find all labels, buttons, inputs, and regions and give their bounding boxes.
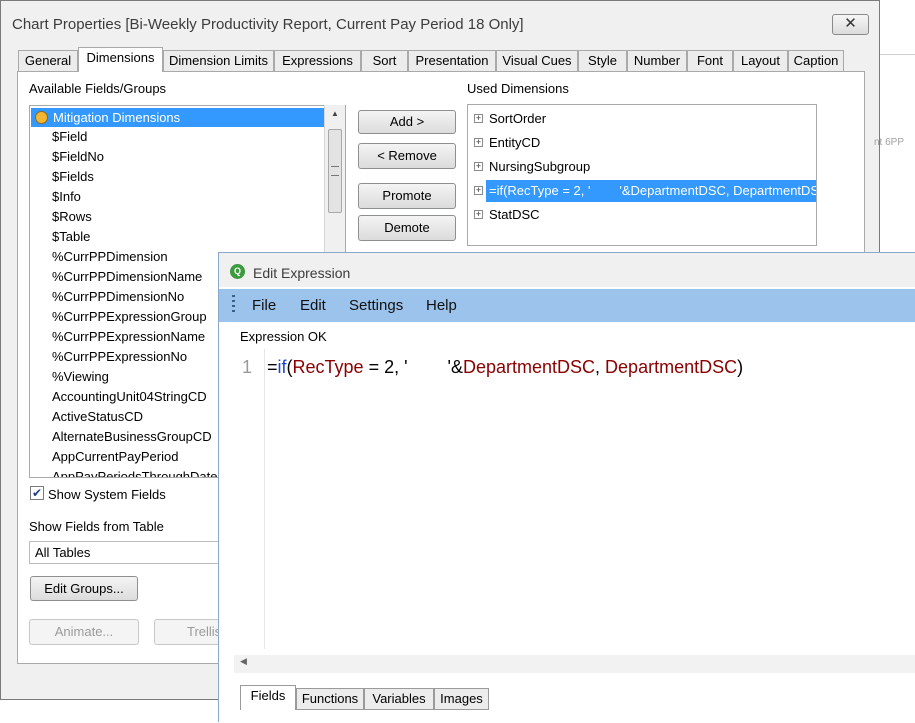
used-dimension-label: SortOrder [489,111,547,126]
menu-edit[interactable]: Edit [300,297,326,314]
used-dimension-item[interactable]: + StatDSC [468,204,816,226]
animate-button[interactable]: Animate... [29,619,139,645]
show-system-fields-checkbox[interactable]: ✔ [30,486,44,500]
expand-icon[interactable]: + [474,114,483,123]
scroll-left-icon[interactable]: ◀ [240,656,247,667]
list-item[interactable]: $Fields [52,167,94,187]
list-item[interactable]: %CurrPPDimensionName [52,267,202,287]
menu-bar: File Edit Settings Help [219,289,915,322]
expand-icon[interactable]: + [474,210,483,219]
used-dimension-label: NursingSubgroup [489,159,591,174]
list-item[interactable]: %CurrPPExpressionGroup [52,307,207,327]
list-item[interactable]: $FieldNo [52,147,104,167]
tab-functions[interactable]: Functions [296,688,364,710]
list-item[interactable]: AlternateBusinessGroupCD [52,427,212,447]
used-dimensions-list[interactable]: + SortOrder + EntityCD + NursingSubgroup… [467,104,817,246]
tab-dimensions[interactable]: Dimensions [78,47,163,72]
show-system-fields-label: Show System Fields [48,487,166,502]
close-icon[interactable]: ✕ [832,14,869,35]
used-dimension-label: =if(RecType = 2, ' '&DepartmentDSC, Depa… [489,183,817,198]
menu-grip-icon [232,295,235,315]
field-group-label: Mitigation Dimensions [53,110,181,125]
tab-images[interactable]: Images [434,688,489,710]
scrollbar-thumb[interactable] [328,129,342,213]
list-item[interactable]: $Info [52,187,81,207]
demote-button[interactable]: Demote [358,215,456,241]
tab-caption[interactable]: Caption [788,50,844,71]
expression-status: Expression OK [240,329,327,344]
remove-button[interactable]: < Remove [358,143,456,169]
edit-expression-window: Q Edit Expression File Edit Settings Hel… [218,252,915,723]
tab-number[interactable]: Number [627,50,687,71]
promote-button[interactable]: Promote [358,183,456,209]
show-fields-from-table-label: Show Fields from Table [29,519,164,534]
list-item[interactable]: ActiveStatusCD [52,407,143,427]
list-item[interactable]: %CurrPPDimension [52,247,168,267]
tab-layout[interactable]: Layout [733,50,788,71]
expand-icon[interactable]: + [474,162,483,171]
list-item[interactable]: $Field [52,127,87,147]
code-token: if [277,357,287,377]
used-dimension-label: EntityCD [489,135,541,150]
menu-help[interactable]: Help [426,297,457,314]
expression-editor[interactable]: 1 =if(RecType = 2, ' '&DepartmentDSC, De… [234,349,915,649]
grip-icon [331,166,339,176]
scroll-up-icon[interactable]: ▲ [325,105,345,123]
add-button[interactable]: Add > [358,110,456,134]
used-dimension-item[interactable]: + SortOrder [468,108,816,130]
used-dimension-item[interactable]: + NursingSubgroup [468,156,816,178]
code-token: DepartmentDSC [462,357,596,377]
expand-icon[interactable]: + [474,186,483,195]
used-dimension-item-selected[interactable]: + =if(RecType = 2, ' '&DepartmentDSC, De… [468,180,816,202]
background-text-fragment: nt 6PP [874,137,905,148]
code-token: RecType [292,357,364,377]
tab-expressions[interactable]: Expressions [274,50,361,71]
table-filter-select[interactable]: All Tables [29,541,229,564]
edit-expression-title: Edit Expression [253,265,351,281]
editor-horizontal-scrollbar[interactable]: ◀ [234,655,915,673]
code-token: , [595,357,606,377]
list-item[interactable]: AccountingUnit04StringCD [52,387,207,407]
tab-visual-cues[interactable]: Visual Cues [496,50,578,71]
edit-groups-button[interactable]: Edit Groups... [30,576,138,601]
list-item[interactable]: $Table [52,227,90,247]
expression-code[interactable]: =if(RecType = 2, ' '&DepartmentDSC, Depa… [267,357,743,378]
list-item[interactable]: AppPayPeriodsThroughDate [52,467,218,477]
tab-font[interactable]: Font [687,50,733,71]
code-token: DepartmentDSC [605,357,738,377]
editor-gutter [264,349,265,649]
window-title: Chart Properties [Bi-Weekly Productivity… [12,16,524,33]
tab-style[interactable]: Style [578,50,627,71]
tab-sort[interactable]: Sort [361,50,408,71]
used-dimensions-label: Used Dimensions [467,81,569,96]
tab-fields[interactable]: Fields [240,685,296,710]
used-dimension-item[interactable]: + EntityCD [468,132,816,154]
qlik-logo-icon: Q [230,264,245,279]
menu-settings[interactable]: Settings [349,297,403,314]
background-divider [880,54,915,55]
menu-file[interactable]: File [252,297,276,314]
available-fields-label: Available Fields/Groups [29,81,167,96]
expand-icon[interactable]: + [474,138,483,147]
tab-dimension-limits[interactable]: Dimension Limits [163,50,274,71]
code-token: = [267,357,278,377]
tab-general[interactable]: General [18,50,78,71]
list-item[interactable]: AppCurrentPayPeriod [52,447,178,467]
list-item[interactable]: %Viewing [52,367,109,387]
list-item[interactable]: $Rows [52,207,92,227]
group-icon [35,111,48,124]
code-token: ) [737,357,744,377]
line-number: 1 [242,357,253,377]
list-item[interactable]: %CurrPPExpressionName [52,327,205,347]
list-item[interactable]: %CurrPPDimensionNo [52,287,184,307]
list-item[interactable]: %CurrPPExpressionNo [52,347,187,367]
tab-presentation[interactable]: Presentation [408,50,496,71]
code-token: = 2, ' '& [363,357,463,377]
tab-variables[interactable]: Variables [364,688,434,710]
field-group-item-selected[interactable]: Mitigation Dimensions [31,108,325,127]
used-dimension-label: StatDSC [489,207,540,222]
